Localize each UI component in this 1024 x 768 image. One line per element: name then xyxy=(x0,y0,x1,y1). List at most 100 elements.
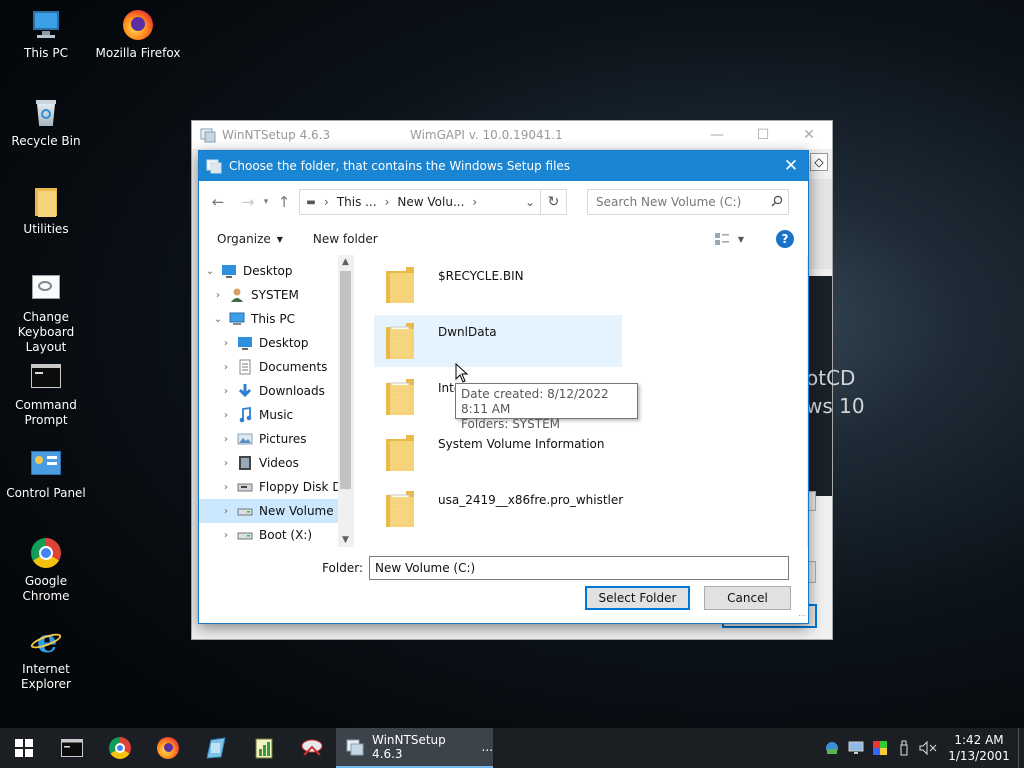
desktop-icon-internet-explorer[interactable]: e Internet Explorer xyxy=(0,624,92,692)
network-globe-icon[interactable] xyxy=(820,728,844,768)
chevron-right-icon[interactable]: › xyxy=(219,410,233,421)
tooltip-folders: Folders: SYSTEM xyxy=(461,417,561,431)
tree-item[interactable]: ⌄ Desktop xyxy=(199,259,353,283)
chevron-right-icon[interactable]: › xyxy=(219,458,233,469)
scroll-up-icon[interactable]: ▲ xyxy=(338,257,353,267)
file-list-item[interactable]: DwnlData xyxy=(374,315,622,367)
chevron-down-icon[interactable]: ⌄ xyxy=(203,266,217,277)
chevron-right-icon[interactable]: › xyxy=(219,482,233,493)
display-settings-icon[interactable] xyxy=(844,728,868,768)
resize-grip-icon[interactable]: ⋯ xyxy=(796,611,806,621)
taskbar-google-chrome[interactable] xyxy=(96,728,144,768)
chevron-right-icon[interactable]: › xyxy=(219,362,233,373)
cancel-button[interactable]: Cancel xyxy=(704,586,791,610)
tree-item[interactable]: › Videos xyxy=(199,451,353,475)
tree-item[interactable]: › Desktop xyxy=(199,331,353,355)
taskbar-disk-tool[interactable] xyxy=(192,728,240,768)
usb-drive-icon[interactable] xyxy=(892,728,916,768)
chevron-right-icon[interactable]: › xyxy=(219,506,233,517)
file-list-item[interactable]: $RECYCLE.BIN xyxy=(374,259,622,311)
file-list-item[interactable]: System Volume Information xyxy=(374,427,622,479)
dialog-close-button[interactable]: ✕ xyxy=(774,156,808,176)
tree-item[interactable]: › Boot (X:) xyxy=(199,523,353,547)
desktop-icon-recycle-bin[interactable]: Recycle Bin xyxy=(0,96,92,149)
search-placeholder: Search New Volume (C:) xyxy=(596,195,742,209)
chevron-right-icon[interactable]: › xyxy=(219,338,233,349)
refresh-icon[interactable]: ↻ xyxy=(541,189,567,215)
search-input[interactable]: Search New Volume (C:) xyxy=(587,189,789,215)
chevron-right-icon[interactable]: › xyxy=(219,530,233,541)
folder-tooltip: Date created: 8/12/2022 8:11 AM Folders:… xyxy=(455,383,638,431)
color-palette-icon[interactable] xyxy=(868,728,892,768)
drive-select-icon[interactable]: ◇ xyxy=(810,153,828,171)
tree-item[interactable]: › Floppy Disk Dri xyxy=(199,475,353,499)
back-arrow-icon[interactable]: ← xyxy=(207,191,229,213)
change-view-button[interactable]: ▼ xyxy=(714,232,744,246)
tree-item[interactable]: › New Volume (C xyxy=(199,499,353,523)
desktop-icon-firefox[interactable]: Mozilla Firefox xyxy=(92,8,184,61)
chevron-right-icon[interactable]: › xyxy=(219,434,233,445)
taskbar-winntsetup[interactable]: WinNTSetup 4.6.3 ... xyxy=(336,728,493,768)
taskbar-utility[interactable] xyxy=(288,728,336,768)
taskbar-firefox[interactable] xyxy=(144,728,192,768)
desktop-icon-change-keyboard-layout[interactable]: Change Keyboard Layout xyxy=(0,272,92,355)
folder-label: Folder: xyxy=(322,561,363,575)
tree-scrollbar[interactable]: ▲ ▼ xyxy=(338,255,353,547)
forward-arrow-icon[interactable]: → xyxy=(237,191,259,213)
minimize-button[interactable]: — xyxy=(694,127,740,143)
up-arrow-icon[interactable]: ↑ xyxy=(273,191,295,213)
address-bar[interactable]: ▬ › This ... › New Volu... › ⌄ xyxy=(299,189,541,215)
maximize-button[interactable]: ☐ xyxy=(740,127,786,143)
tree-item-label: Boot (X:) xyxy=(259,528,313,542)
tree-item[interactable]: › Music xyxy=(199,403,353,427)
this-pc-icon xyxy=(229,311,245,327)
recent-locations-chevron-icon[interactable]: ▾ xyxy=(259,191,273,213)
desktop-icon-command-prompt[interactable]: Command Prompt xyxy=(0,360,92,428)
desktop-icon-control-panel[interactable]: Control Panel xyxy=(0,448,92,501)
organize-button[interactable]: Organize ▼ xyxy=(217,232,283,246)
desktop-icon xyxy=(237,335,253,351)
desktop-icon-utilities[interactable]: Utilities xyxy=(0,184,92,237)
breadcrumb-separator-icon: › xyxy=(472,195,478,209)
start-button[interactable] xyxy=(0,728,48,768)
show-desktop-button[interactable] xyxy=(1018,728,1024,768)
file-list-item[interactable]: usa_2419__x86fre.pro_whistler xyxy=(374,483,623,535)
tree-item-label: Downloads xyxy=(259,384,325,398)
tree-item[interactable]: › Documents xyxy=(199,355,353,379)
taskbar-notepad[interactable] xyxy=(240,728,288,768)
breadcrumb-new-volume[interactable]: New Volu... xyxy=(397,195,464,209)
tree-item[interactable]: › SYSTEM xyxy=(199,283,353,307)
new-folder-button[interactable]: New folder xyxy=(313,232,378,246)
breadcrumb-separator-icon: › xyxy=(324,195,329,209)
recycle-bin-icon xyxy=(29,96,63,130)
tree-scroll-thumb[interactable] xyxy=(340,271,351,489)
tree-item[interactable]: ⌄ This PC xyxy=(199,307,353,331)
taskbar-winntsetup-ellipsis: ... xyxy=(481,740,493,754)
chevron-down-icon: ▼ xyxy=(737,234,744,244)
firefox-icon xyxy=(121,8,155,42)
folder-icon xyxy=(382,433,418,473)
notepad-chart-icon xyxy=(255,738,273,759)
taskbar-clock[interactable]: 1:42 AM 1/13/2001 xyxy=(940,732,1018,764)
dialog-title: Choose the folder, that contains the Win… xyxy=(229,159,571,173)
scroll-down-icon[interactable]: ▼ xyxy=(338,535,353,545)
taskbar-command-prompt[interactable] xyxy=(48,728,96,768)
tree-item[interactable]: › Pictures xyxy=(199,427,353,451)
breadcrumb-this-pc[interactable]: This ... xyxy=(337,195,377,209)
chevron-right-icon[interactable]: › xyxy=(219,386,233,397)
volume-muted-icon[interactable] xyxy=(916,728,940,768)
select-folder-button[interactable]: Select Folder xyxy=(585,586,690,610)
desktop-icon-this-pc[interactable]: This PC xyxy=(0,8,92,61)
close-button[interactable]: ✕ xyxy=(786,127,832,143)
desktop-icon-google-chrome[interactable]: Google Chrome xyxy=(0,536,92,604)
control-panel-icon xyxy=(29,448,63,482)
help-icon[interactable]: ? xyxy=(776,230,794,248)
tree-item[interactable]: › Downloads xyxy=(199,379,353,403)
tree-item-label: Floppy Disk Dri xyxy=(259,480,350,494)
folder-input[interactable]: New Volume (C:) xyxy=(369,556,789,580)
chevron-right-icon[interactable]: › xyxy=(211,290,225,301)
address-dropdown-chevron-icon[interactable]: ⌄ xyxy=(520,195,540,209)
navigation-tree: ⌄ Desktop › SYSTEM ⌄ This PC › Desktop › Document… xyxy=(199,255,354,547)
chevron-down-icon[interactable]: ⌄ xyxy=(211,314,225,325)
winntsetup-title: WinNTSetup 4.6.3 xyxy=(222,128,331,142)
